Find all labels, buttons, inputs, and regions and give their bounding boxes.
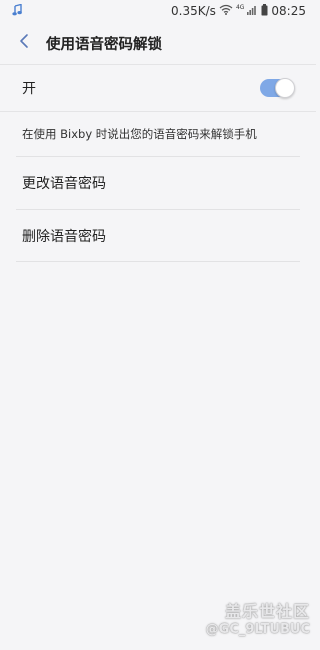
back-arrow-icon bbox=[19, 33, 29, 53]
back-button[interactable] bbox=[4, 22, 44, 64]
watermark-handle: @GC_9LTUBUC bbox=[205, 622, 310, 637]
divider bbox=[16, 261, 300, 262]
signal-icon bbox=[247, 4, 258, 18]
battery-icon bbox=[261, 3, 268, 19]
description-text: 在使用 Bixby 时说出您的语音密码来解锁手机 bbox=[22, 127, 257, 141]
net-speed: 0.35K/s bbox=[171, 4, 216, 18]
page-title: 使用语音密码解锁 bbox=[46, 36, 162, 53]
wifi-icon bbox=[219, 4, 233, 18]
master-switch-row[interactable]: 开 bbox=[0, 64, 316, 112]
delete-voice-password-item[interactable]: 删除语音密码 bbox=[0, 210, 316, 262]
network-type: 4G bbox=[235, 3, 245, 11]
music-note-icon bbox=[12, 3, 22, 19]
switch-label: 开 bbox=[22, 81, 36, 97]
app-header: 使用语音密码解锁 bbox=[0, 22, 316, 64]
watermark-text: 盖乐世社区 bbox=[224, 602, 310, 621]
change-voice-password-item[interactable]: 更改语音密码 bbox=[0, 157, 316, 209]
status-bar: 0.35K/s 4G 08:25 bbox=[0, 0, 316, 22]
clock: 08:25 bbox=[271, 4, 306, 18]
toggle-knob bbox=[275, 78, 295, 98]
master-toggle[interactable] bbox=[260, 78, 295, 98]
